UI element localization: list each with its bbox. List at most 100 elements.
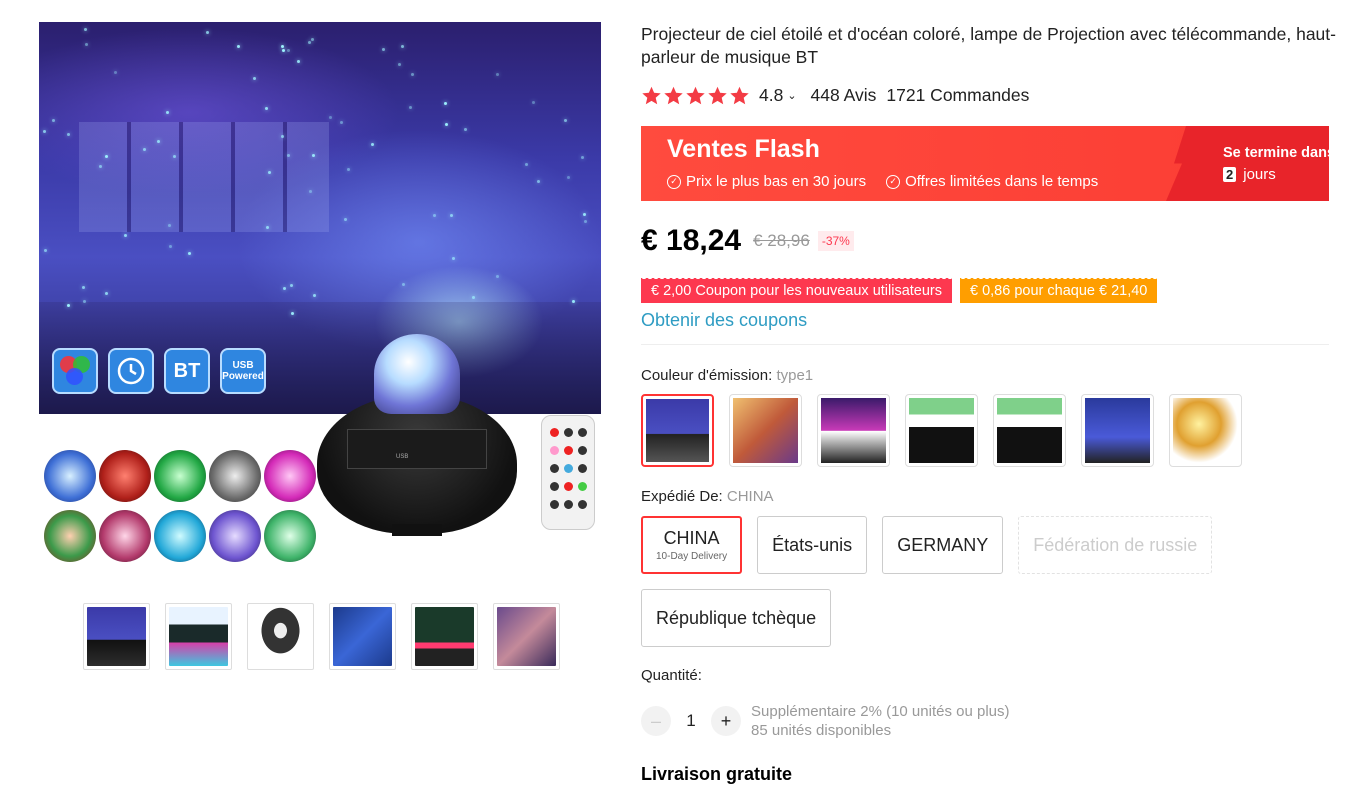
coupon-new-users[interactable]: € 2,00 Coupon pour les nouveaux utilisat… bbox=[641, 276, 952, 305]
coupon-per-amount[interactable]: € 0,86 pour chaque € 21,40 bbox=[960, 276, 1158, 305]
gallery-thumbnail[interactable] bbox=[247, 603, 314, 670]
projected-star bbox=[268, 171, 271, 174]
color-option-type1[interactable] bbox=[641, 394, 714, 467]
reviews-count[interactable]: 448 Avis bbox=[811, 85, 877, 106]
projected-star bbox=[297, 60, 300, 63]
projected-star bbox=[344, 218, 347, 221]
projected-star bbox=[382, 48, 385, 51]
projected-star bbox=[444, 102, 447, 105]
emission-color-label: Couleur d'émission: type1 bbox=[641, 367, 814, 384]
projected-star bbox=[340, 121, 343, 124]
projected-star bbox=[329, 116, 332, 119]
rating-value[interactable]: 4.8 bbox=[759, 85, 783, 106]
color-option[interactable] bbox=[905, 394, 978, 467]
projected-star bbox=[472, 296, 475, 299]
orders-count: 1721 Commandes bbox=[886, 85, 1030, 105]
star-icon bbox=[730, 86, 749, 105]
gallery-thumbnails bbox=[83, 603, 560, 670]
projected-star bbox=[67, 304, 70, 307]
swatch bbox=[44, 510, 96, 562]
flash-countdown: 2 jours bbox=[1223, 166, 1276, 183]
swatch bbox=[99, 510, 151, 562]
projected-star bbox=[409, 106, 412, 109]
quantity-decrease-button[interactable]: – bbox=[641, 706, 671, 736]
projected-star bbox=[564, 119, 567, 122]
check-circle-icon: ✓ bbox=[667, 174, 681, 189]
feature-badges: BT USB Powered bbox=[52, 348, 266, 394]
projected-star bbox=[44, 249, 47, 252]
projected-star bbox=[85, 43, 88, 46]
flash-sale-banner: Ventes Flash ✓ Prix le plus bas en 30 jo… bbox=[641, 126, 1329, 201]
projected-star bbox=[157, 140, 160, 143]
quantity-increase-button[interactable]: + bbox=[711, 706, 741, 736]
projected-star bbox=[173, 155, 176, 158]
projected-star bbox=[253, 77, 256, 80]
quantity-label: Quantité: bbox=[641, 667, 702, 684]
projected-star bbox=[532, 101, 535, 104]
projected-star bbox=[584, 220, 587, 223]
projected-star bbox=[581, 156, 584, 159]
emission-color-value: type1 bbox=[776, 367, 814, 384]
projected-star bbox=[169, 245, 172, 248]
projected-star bbox=[496, 275, 499, 278]
ship-from-czech-republic[interactable]: République tchèque bbox=[641, 589, 832, 647]
projected-star bbox=[265, 107, 268, 110]
gallery-thumbnail[interactable] bbox=[493, 603, 560, 670]
swatch bbox=[209, 510, 261, 562]
projected-star bbox=[281, 45, 284, 48]
projected-star bbox=[99, 165, 102, 168]
ship-from-united-states[interactable]: États-unis bbox=[757, 516, 868, 574]
ship-from-options: CHINA 10-Day Delivery États-unis GERMANY… bbox=[641, 516, 1213, 574]
projected-star bbox=[105, 292, 108, 295]
color-mode-swatches bbox=[44, 450, 318, 562]
main-product-image[interactable]: BT USB Powered USB bbox=[39, 22, 601, 572]
remote-control bbox=[541, 415, 595, 530]
get-coupons-link[interactable]: Obtenir des coupons bbox=[641, 310, 807, 331]
star-icon bbox=[686, 86, 705, 105]
chevron-down-icon[interactable]: ⌄ bbox=[787, 89, 796, 102]
rating-row: 4.8 ⌄ 448 Avis 1721 Commandes bbox=[641, 85, 1029, 106]
color-option[interactable] bbox=[817, 394, 890, 467]
projected-star bbox=[583, 213, 586, 216]
ship-from-china[interactable]: CHINA 10-Day Delivery bbox=[641, 516, 743, 574]
projected-star bbox=[266, 226, 269, 229]
color-option[interactable] bbox=[1081, 394, 1154, 467]
product-title: Projecteur de ciel étoilé et d'océan col… bbox=[641, 24, 1336, 67]
projected-star bbox=[143, 148, 146, 151]
color-options bbox=[641, 394, 1242, 467]
color-option[interactable] bbox=[1169, 394, 1242, 467]
countdown-days-label: jours bbox=[1243, 166, 1276, 183]
color-option[interactable] bbox=[993, 394, 1066, 467]
ship-from-germany[interactable]: GERMANY bbox=[882, 516, 1004, 574]
gallery-thumbnail[interactable] bbox=[83, 603, 150, 670]
projector-device: USB bbox=[317, 334, 517, 536]
star-icon bbox=[642, 86, 661, 105]
projected-star bbox=[291, 312, 294, 315]
projected-star bbox=[52, 119, 55, 122]
projected-star bbox=[67, 133, 70, 136]
projected-star bbox=[450, 214, 453, 217]
projected-star bbox=[312, 154, 315, 157]
gallery-thumbnail[interactable] bbox=[165, 603, 232, 670]
projected-star bbox=[572, 300, 575, 303]
projected-star bbox=[496, 73, 499, 76]
projected-star bbox=[411, 73, 414, 76]
projected-star bbox=[105, 155, 108, 158]
projected-star bbox=[290, 284, 293, 287]
swatch bbox=[209, 450, 261, 502]
ships-from-value: CHINA bbox=[726, 488, 774, 505]
bt-badge: BT bbox=[164, 348, 210, 394]
quantity-input[interactable]: 1 bbox=[671, 711, 711, 731]
projected-star bbox=[398, 63, 401, 66]
projected-star bbox=[168, 224, 171, 227]
ship-from-russia[interactable]: Fédération de russie bbox=[1018, 516, 1213, 574]
projected-star bbox=[313, 294, 316, 297]
gallery-thumbnail[interactable] bbox=[329, 603, 396, 670]
projected-star bbox=[114, 71, 117, 74]
rgb-icon bbox=[52, 348, 98, 394]
usb-badge: USB Powered bbox=[220, 348, 266, 394]
color-option[interactable] bbox=[729, 394, 802, 467]
swatch bbox=[44, 450, 96, 502]
flash-ends-label: Se termine dans bbox=[1223, 145, 1329, 161]
gallery-thumbnail[interactable] bbox=[411, 603, 478, 670]
